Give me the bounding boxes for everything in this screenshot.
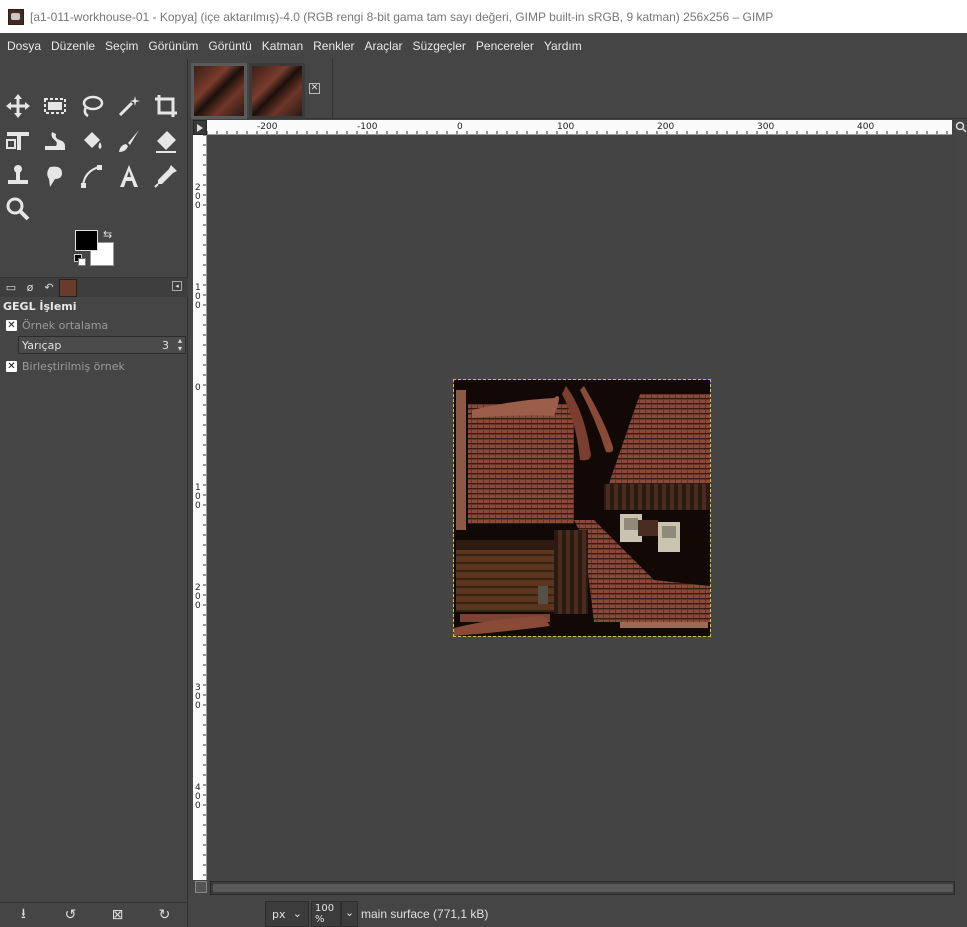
toolbox: ⇆ xyxy=(0,59,188,273)
lasso-icon[interactable] xyxy=(77,91,107,121)
menu-select[interactable]: Seçim xyxy=(100,33,143,59)
spin-arrows-icon[interactable]: ▴ ▾ xyxy=(178,337,182,353)
ruler-label: 100 xyxy=(557,122,574,132)
unified-transform-icon[interactable] xyxy=(3,126,33,156)
window-title: [a1-011-workhouse-01 - Kopya] (içe aktar… xyxy=(30,9,774,24)
warp-icon[interactable] xyxy=(40,126,70,156)
menu-file[interactable]: Dosya xyxy=(2,33,46,59)
menu-layer[interactable]: Katman xyxy=(257,33,308,59)
device-status-tab-icon[interactable]: ø xyxy=(21,279,39,297)
menu-help[interactable]: Yardım xyxy=(539,33,587,59)
ruler-label: 0 xyxy=(195,501,201,511)
menu-tools[interactable]: Araçlar xyxy=(360,33,408,59)
ruler-label: -100 xyxy=(357,122,378,132)
scrollbar-thumb[interactable] xyxy=(213,884,953,892)
menu-windows[interactable]: Pencereler xyxy=(471,33,539,59)
unit-value: px xyxy=(272,907,286,921)
tool-options-title: GEGL İşlemi xyxy=(3,300,77,313)
paths-icon[interactable] xyxy=(77,161,107,191)
status-message: main surface (771,1 kB) xyxy=(361,907,489,921)
reset-options-icon[interactable]: ↻ xyxy=(153,904,177,926)
vertical-ruler: 2001000100200300400 xyxy=(193,135,207,880)
navigate-button[interactable] xyxy=(195,881,207,893)
ruler-label: 0 xyxy=(195,301,201,311)
image-tabs-bar: ✕ xyxy=(189,59,967,119)
title-bar: [a1-011-workhouse-01 - Kopya] (içe aktar… xyxy=(0,0,967,33)
zoom-image-icon[interactable] xyxy=(955,120,967,135)
ruler-label: 0 xyxy=(195,201,201,211)
radius-label: Yarıçap xyxy=(22,338,62,352)
zoom-icon[interactable] xyxy=(3,194,33,224)
tabs-divider xyxy=(332,59,333,119)
ruler-label: 0 xyxy=(457,122,463,132)
quick-mask-toggle[interactable] xyxy=(193,120,207,135)
radius-spinbox[interactable]: Yarıçap 3 ▴ ▾ xyxy=(18,336,186,354)
ruler-label: 0 xyxy=(195,801,201,811)
image-tab-2[interactable] xyxy=(249,63,305,119)
radius-value: 3 xyxy=(162,338,169,352)
sample-average-checkbox[interactable]: ✕ xyxy=(6,319,17,331)
image-tab-1[interactable] xyxy=(191,63,247,119)
chevron-down-icon: ⌄ xyxy=(292,907,302,920)
delete-options-icon[interactable]: ⊠ xyxy=(106,904,130,926)
tool-options-tab-icon[interactable]: ▭ xyxy=(2,279,20,297)
menu-bar: Dosya Düzenle Seçim Görünüm Görüntü Katm… xyxy=(0,33,967,59)
ruler-label: 0 xyxy=(195,701,201,711)
texture-image xyxy=(454,380,710,636)
sample-merged-checkbox[interactable]: ✕ xyxy=(6,360,17,372)
ruler-label: 0 xyxy=(195,383,201,393)
horizontal-scrollbar[interactable] xyxy=(210,881,955,895)
bucket-fill-icon[interactable] xyxy=(77,126,107,156)
fg-bg-color-widget: ⇆ xyxy=(72,227,118,269)
smudge-icon[interactable] xyxy=(40,161,70,191)
zoom-dropdown-icon[interactable]: ⌄ xyxy=(341,901,358,927)
fuzzy-select-icon[interactable] xyxy=(114,91,144,121)
restore-options-icon[interactable]: ↺ xyxy=(59,904,83,926)
close-tab-icon[interactable]: ✕ xyxy=(309,83,320,94)
status-bar: px ⌄ 100 % ⌄ main surface (771,1 kB) xyxy=(189,898,967,927)
dock-menu-icon[interactable]: ◂ xyxy=(172,281,182,291)
ruler-label: 400 xyxy=(857,122,874,132)
zoom-input[interactable]: 100 % xyxy=(311,901,341,927)
eraser-icon[interactable] xyxy=(151,126,181,156)
tool-options-panel: GEGL İşlemi ✕ Örnek ortalama Yarıçap 3 ▴… xyxy=(0,297,188,376)
dock-tabs: ▭ ø ↶ ◂ xyxy=(0,277,188,297)
color-picker-icon[interactable] xyxy=(151,161,181,191)
unit-select[interactable]: px ⌄ xyxy=(265,901,309,927)
sample-merged-option[interactable]: ✕ Birleştirilmiş örnek xyxy=(0,356,188,376)
menu-filters[interactable]: Süzgeçler xyxy=(408,33,471,59)
undo-history-tab-icon[interactable]: ↶ xyxy=(40,279,58,297)
menu-view[interactable]: Görünüm xyxy=(143,33,203,59)
clone-icon[interactable] xyxy=(3,161,33,191)
left-dock: ⇆ ▭ ø ↶ ◂ GEGL İşlemi ✕ Örnek ortalama Y… xyxy=(0,59,188,927)
sample-average-option[interactable]: ✕ Örnek ortalama xyxy=(0,315,188,335)
canvas-area[interactable] xyxy=(208,136,954,880)
ruler-label: 300 xyxy=(757,122,774,132)
images-tab-icon[interactable] xyxy=(59,278,77,297)
menu-image[interactable]: Görüntü xyxy=(203,33,256,59)
move-icon[interactable] xyxy=(3,91,33,121)
foreground-color[interactable] xyxy=(75,230,98,251)
paintbrush-icon[interactable] xyxy=(114,126,144,156)
gimp-app-icon xyxy=(8,8,24,25)
ruler-label: -200 xyxy=(257,122,278,132)
horizontal-ruler: -200 -100 0 100 200 300 400 xyxy=(207,120,952,135)
swap-colors-icon[interactable]: ⇆ xyxy=(103,229,112,240)
text-icon[interactable] xyxy=(114,161,144,191)
sample-merged-label: Birleştirilmiş örnek xyxy=(22,359,125,373)
image-thumbnail xyxy=(194,66,244,116)
save-options-icon[interactable]: ⭳ xyxy=(12,904,36,926)
dock-bottom-bar: ⭳ ↺ ⊠ ↻ xyxy=(0,902,188,927)
image-thumbnail xyxy=(252,66,302,116)
crop-icon[interactable] xyxy=(151,91,181,121)
rect-select-icon[interactable] xyxy=(40,91,70,121)
ruler-label: 0 xyxy=(195,601,201,611)
ruler-label: 200 xyxy=(657,122,674,132)
reset-colors-icon[interactable] xyxy=(74,254,86,266)
menu-colors[interactable]: Renkler xyxy=(308,33,359,59)
image-canvas[interactable] xyxy=(453,379,711,637)
menu-edit[interactable]: Düzenle xyxy=(46,33,100,59)
sample-average-label: Örnek ortalama xyxy=(22,318,109,332)
